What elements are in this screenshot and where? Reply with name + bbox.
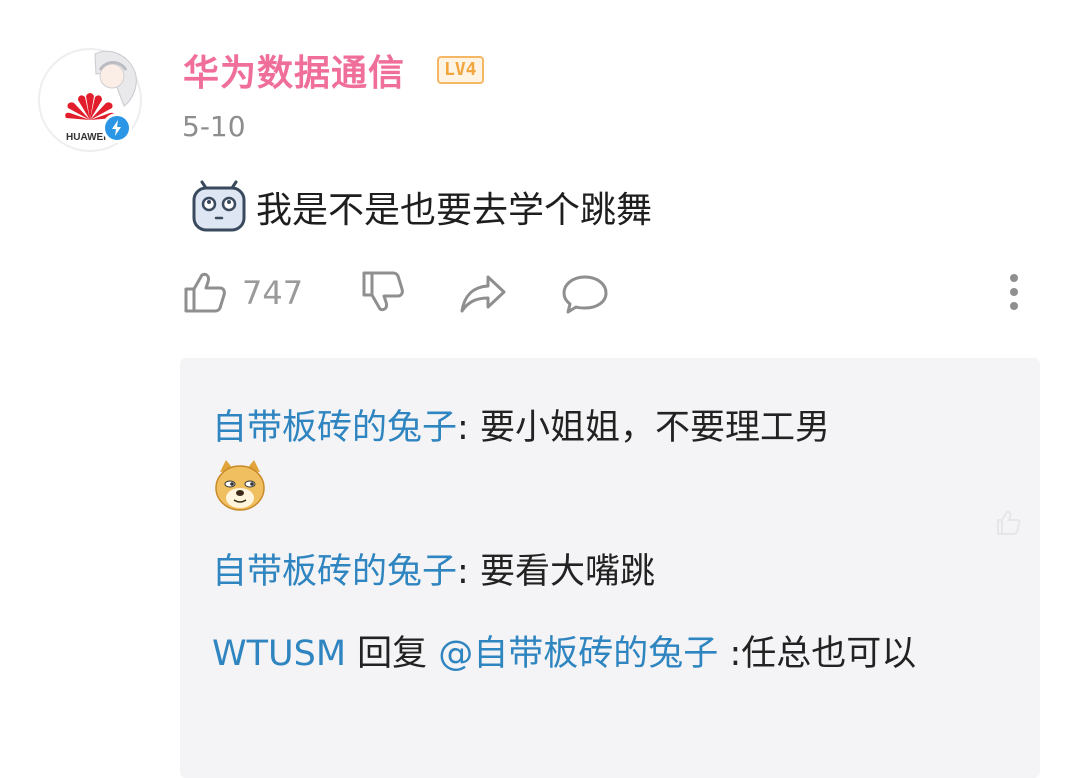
dislike-button[interactable] (358, 268, 406, 318)
reply-author[interactable]: 自带板砖的兔子 (212, 552, 457, 592)
tv-face-emoji-icon (192, 180, 246, 232)
like-count: 747 (242, 274, 304, 312)
reply-author[interactable]: 自带板砖的兔子 (212, 408, 457, 448)
reply-author[interactable]: WTUSM (212, 634, 346, 674)
reply-text: :任总也可以 (718, 634, 917, 674)
reply-word: 回复 (346, 634, 439, 674)
reply-mention[interactable]: @自带板砖的兔子 (438, 634, 718, 674)
reply-separator: : (457, 552, 480, 592)
faint-like-icon (997, 510, 1021, 535)
username[interactable]: 华为数据通信 (183, 44, 405, 96)
comment-text-row: 我是不是也要去学个跳舞 (190, 180, 652, 234)
thumbs-up-icon (184, 272, 226, 313)
doge-emoji-icon (215, 460, 265, 511)
share-button[interactable] (458, 268, 510, 318)
reply-item[interactable]: 自带板砖的兔子: 要看大嘴跳 (212, 546, 992, 598)
more-button[interactable] (1000, 268, 1028, 318)
action-bar: 747 (180, 268, 1040, 318)
thumbs-down-icon (362, 271, 404, 312)
more-vertical-icon (1010, 274, 1018, 310)
comment-icon (562, 275, 608, 314)
reply-separator: : (457, 408, 480, 448)
level-badge: LV4 (437, 56, 484, 84)
replies-panel[interactable]: 自带板砖的兔子: 要小姐姐，不要理工男 自带板砖的兔子: 要看大嘴跳 WTUSM… (180, 358, 1040, 778)
reply-text: 要小姐姐，不要理工男 (479, 408, 830, 448)
reply-item[interactable]: WTUSM 回复 @自带板砖的兔子 :任总也可以 (212, 628, 992, 680)
like-button[interactable]: 747 (180, 268, 303, 318)
verified-badge-icon (102, 113, 132, 143)
reply-text: 要看大嘴跳 (479, 552, 655, 592)
reply-item[interactable]: 自带板砖的兔子: 要小姐姐，不要理工男 (212, 402, 992, 514)
comment-text: 我是不是也要去学个跳舞 (256, 190, 653, 231)
comment-button[interactable] (560, 268, 610, 318)
share-icon (460, 275, 506, 313)
comment-date: 5-10 (182, 110, 246, 143)
avatar-logo-text: HUAWEI (66, 132, 106, 143)
